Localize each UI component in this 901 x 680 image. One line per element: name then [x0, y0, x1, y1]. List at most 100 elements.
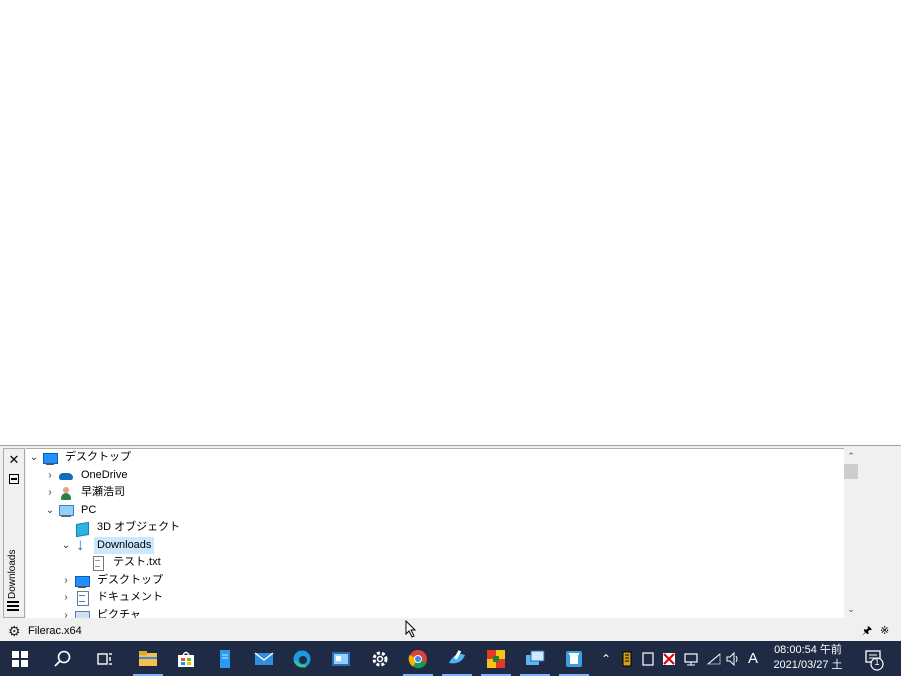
clock-time: 08:00:54 午前	[774, 644, 842, 656]
collapse-chevron-icon[interactable]: ›	[42, 467, 58, 484]
app-icon	[332, 651, 350, 666]
pin-icon[interactable]: 🖈	[862, 623, 872, 639]
desktop-icon	[42, 451, 58, 465]
tree-item[interactable]: テスト.txt	[74, 554, 164, 571]
taskbar-app[interactable]	[322, 641, 360, 676]
scrollbar-thumb[interactable]	[844, 464, 858, 479]
taskbar-paint[interactable]	[438, 641, 476, 676]
tree-item[interactable]: › OneDrive	[42, 467, 130, 484]
start-icon	[12, 650, 28, 667]
scroll-down-arrow-icon[interactable]: ⌄	[844, 603, 858, 617]
taskbar-mail[interactable]	[245, 641, 283, 676]
tray-volume[interactable]	[725, 641, 743, 676]
network-icon	[684, 652, 698, 665]
scroll-up-arrow-icon[interactable]: ⌃	[844, 450, 858, 464]
collapse-chevron-icon[interactable]: ›	[58, 572, 74, 589]
recycle-app-icon	[566, 650, 582, 667]
taskbar-puzzle-app[interactable]	[477, 641, 515, 676]
taskbar-edge[interactable]	[283, 641, 321, 676]
store-icon	[178, 651, 194, 667]
desktop-area	[0, 0, 901, 445]
tree-item[interactable]: › ピクチャ	[58, 607, 144, 618]
taskbar-file-explorer[interactable]	[129, 641, 167, 676]
tree-item[interactable]: ⌄ デスクトップ	[26, 449, 134, 466]
tree-item-label: Downloads	[94, 537, 155, 554]
collapse-all-button[interactable]	[6, 471, 22, 487]
tree-vertical-scrollbar[interactable]: ⌃ ⌄	[844, 448, 858, 618]
tablet-icon	[642, 651, 654, 666]
current-folder-label: Downloads	[7, 549, 18, 599]
panel-close-button[interactable]: ✕	[6, 453, 22, 469]
paint-icon	[449, 649, 465, 663]
puzzle-app-icon	[487, 649, 505, 668]
onedrive-icon	[58, 469, 74, 483]
tray-tablet[interactable]	[639, 641, 657, 676]
taskbar-chrome[interactable]	[399, 641, 437, 676]
start-button[interactable]	[1, 641, 39, 676]
user-icon	[58, 486, 74, 500]
panel-status-bar: ⚙ Filerac.x64 🖈 ※	[0, 620, 901, 642]
folder-tree: ⌄ デスクトップ › OneDrive › 早瀬浩司 ⌄ PC 3D オブジェク…	[26, 448, 844, 618]
tree-item[interactable]: 3D オブジェクト	[58, 519, 183, 536]
search-icon	[54, 650, 71, 667]
tree-item-label: テスト.txt	[113, 556, 161, 568]
taskbar-clock[interactable]: 08:00:54 午前 2021/03/27 土	[766, 643, 850, 675]
taskbar-store[interactable]	[167, 641, 205, 676]
collapse-chevron-icon[interactable]: ›	[42, 484, 58, 501]
taskbar-recycle-app[interactable]	[555, 641, 593, 676]
gear-icon[interactable]: ⚙	[8, 623, 21, 639]
documents-icon	[74, 590, 90, 606]
tree-item[interactable]: › 早瀬浩司	[42, 484, 128, 501]
show-hidden-icons-button[interactable]: ⌃	[598, 641, 614, 676]
wifi-icon	[706, 652, 721, 664]
collapse-chevron-icon[interactable]: ›	[58, 607, 74, 618]
tree-item[interactable]: › ドキュメント	[58, 589, 166, 606]
expand-chevron-icon[interactable]: ⌄	[26, 449, 42, 466]
taskbar-remote-desktop[interactable]	[516, 641, 554, 676]
tree-item-label: ドキュメント	[97, 591, 163, 603]
pc-icon	[58, 504, 74, 518]
expand-chevron-icon[interactable]: ⌄	[42, 502, 58, 519]
app-title: Filerac.x64	[28, 625, 82, 637]
text-file-icon	[90, 555, 106, 571]
tray-wifi[interactable]	[704, 641, 724, 676]
chevron-up-icon: ⌃	[600, 651, 612, 666]
expand-chevron-icon[interactable]: ⌄	[58, 537, 74, 554]
undock-close-icon[interactable]: ※	[880, 623, 889, 639]
taskbar-settings[interactable]	[361, 641, 399, 676]
collapse-chevron-icon[interactable]: ›	[58, 589, 74, 606]
hamburger-menu-button[interactable]	[7, 601, 19, 613]
tree-item-label: デスクトップ	[65, 451, 131, 463]
taskbar-notepad[interactable]	[206, 641, 244, 676]
ime-mode-indicator[interactable]: A	[744, 641, 762, 676]
remote-desktop-icon	[526, 650, 545, 665]
tray-battery[interactable]	[618, 641, 636, 676]
pictures-icon	[74, 609, 90, 618]
settings-icon	[372, 651, 388, 666]
clock-date: 2021/03/27 土	[773, 659, 843, 671]
tree-item-selected[interactable]: ⌄ Downloads	[58, 536, 155, 554]
mouse-cursor-icon	[405, 620, 417, 638]
memory-card-icon	[622, 651, 632, 666]
desktop-folder-icon	[74, 574, 90, 588]
blocked-app-icon	[663, 652, 675, 665]
notification-count-badge: 1	[874, 657, 880, 667]
task-view-button[interactable]	[86, 641, 124, 676]
tree-item-label: デスクトップ	[97, 574, 163, 586]
chrome-icon	[408, 649, 427, 668]
tree-item[interactable]: ⌄ PC	[42, 502, 99, 519]
file-explorer-icon	[139, 650, 157, 666]
collapse-icon	[9, 474, 19, 484]
tray-app-blocked[interactable]	[660, 641, 678, 676]
tray-network[interactable]	[681, 641, 701, 676]
edge-icon	[293, 650, 311, 667]
tree-item[interactable]: › デスクトップ	[58, 572, 166, 589]
panel-side-toolbar: ✕ Downloads	[3, 448, 25, 618]
action-center-button[interactable]: 1	[858, 641, 894, 676]
mail-icon	[254, 651, 274, 665]
tree-item-label: OneDrive	[81, 469, 128, 481]
tree-item-label: 3D オブジェクト	[97, 521, 181, 533]
search-button[interactable]	[44, 641, 82, 676]
